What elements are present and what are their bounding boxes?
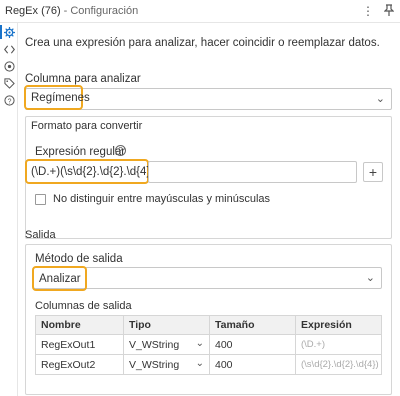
window-subtitle: Configuración: [70, 5, 139, 17]
case-insensitive-label: No distinguir entre mayúsculas y minúscu…: [53, 193, 271, 205]
cell-type-value: V_WString: [129, 338, 180, 351]
column-value: Regímenes: [24, 85, 90, 110]
pin-icon[interactable]: [383, 4, 395, 19]
regex-label: Expresión regular: [35, 146, 126, 158]
chevron-down-icon[interactable]: ⌄: [196, 358, 204, 369]
regex-input[interactable]: (\D.+)(\s\d{2}.\d{2}.\d{4}): [25, 159, 154, 184]
svg-text:?: ?: [7, 98, 11, 105]
title-separator: -: [63, 5, 68, 17]
header-nombre: Nombre: [35, 315, 124, 335]
regex-input-extension[interactable]: [148, 161, 357, 183]
tag-icon[interactable]: [2, 76, 16, 90]
cell-type-value: V_WString: [129, 358, 180, 371]
cell-name[interactable]: RegExOut1: [35, 334, 124, 355]
header-tamano: Tamaño: [209, 315, 296, 335]
sidebar: ?: [0, 23, 18, 396]
cell-size[interactable]: 400: [209, 354, 296, 375]
output-section-label: Salida: [25, 229, 56, 241]
output-columns-label: Columnas de salida: [35, 300, 132, 312]
header-tipo: Tipo: [123, 315, 210, 335]
chevron-down-icon: ⌄: [375, 93, 385, 105]
output-columns-table: Nombre Tipo Tamaño Expresión RegExOut1 V…: [35, 315, 382, 375]
table-header-row: Nombre Tipo Tamaño Expresión: [35, 315, 382, 335]
add-regex-button[interactable]: +: [363, 162, 383, 182]
cell-expression: (\D.+): [295, 334, 382, 355]
cell-name[interactable]: RegExOut2: [35, 354, 124, 375]
output-method-label: Método de salida: [35, 253, 123, 265]
more-icon[interactable]: ⋮: [362, 4, 374, 19]
case-insensitive-checkbox[interactable]: [35, 194, 46, 205]
help-icon[interactable]: ?: [2, 93, 16, 107]
tool-description: Crea una expresión para analizar, hacer …: [25, 37, 380, 49]
header-expresion: Expresión: [295, 315, 382, 335]
chevron-down-icon[interactable]: ⌄: [196, 338, 204, 349]
table-row[interactable]: RegExOut2 V_WString ⌄ 400 (\s\d{2}.\d{2}…: [35, 354, 382, 375]
help-icon[interactable]: ?: [115, 145, 126, 156]
output-method-value: Analizar: [32, 266, 87, 291]
table-row[interactable]: RegExOut1 V_WString ⌄ 400 (\D.+): [35, 334, 382, 355]
gear-icon[interactable]: [0, 25, 16, 39]
cell-type[interactable]: V_WString ⌄: [123, 334, 210, 355]
code-icon[interactable]: [2, 42, 16, 56]
title-bar: RegEx (76) - Configuración ⋮: [0, 0, 400, 23]
window-title: RegEx (76): [5, 5, 61, 17]
target-icon[interactable]: [2, 59, 16, 73]
column-label: Columna para analizar: [25, 73, 141, 85]
cell-expression: (\s\d{2}.\d{2}.\d{4}): [295, 354, 382, 375]
chevron-down-icon: ⌄: [365, 272, 375, 284]
cell-size[interactable]: 400: [209, 334, 296, 355]
cell-type[interactable]: V_WString ⌄: [123, 354, 210, 375]
format-section-label: Formato para convertir: [31, 120, 143, 132]
